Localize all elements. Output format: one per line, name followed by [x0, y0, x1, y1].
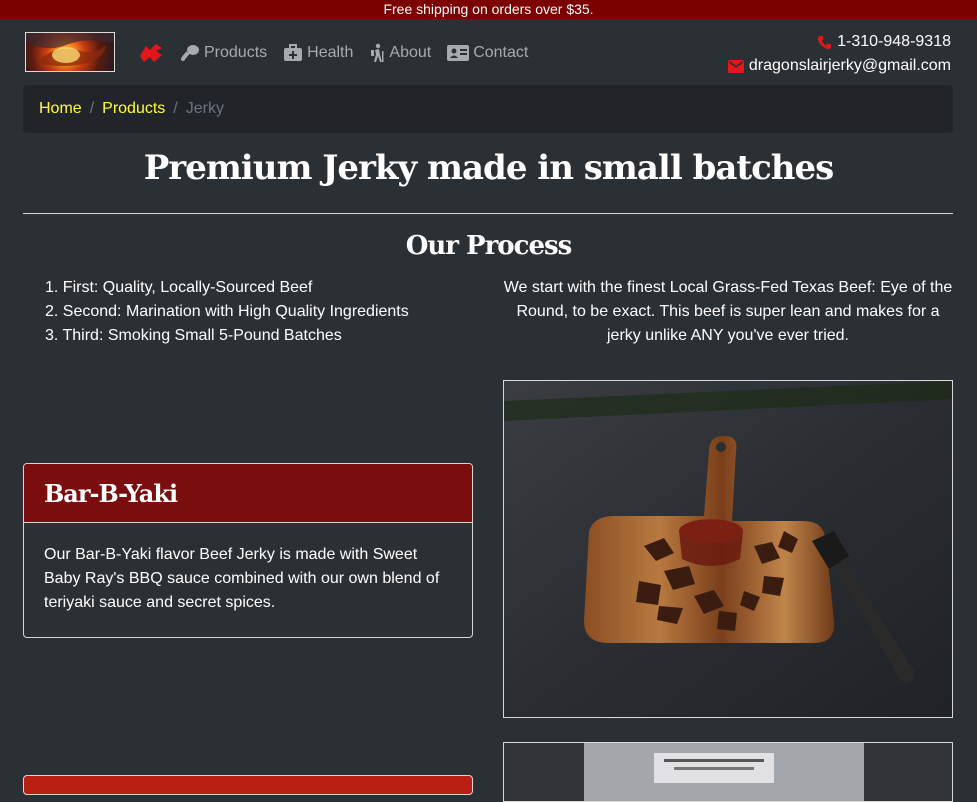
nav-health-label: Health: [307, 44, 354, 61]
product-photo: [503, 380, 953, 718]
breadcrumb-current: Jerky: [185, 100, 224, 117]
email-line[interactable]: dragonslairjerky@gmail.com: [727, 54, 951, 78]
process-step: 2. Second: Marination with High Quality …: [45, 303, 409, 320]
product-card: Bar-B-Yaki Our Bar-B-Yaki flavor Beef Je…: [23, 463, 473, 638]
phone-line[interactable]: 1-310-948-9318: [728, 30, 951, 54]
nav-about-label: About: [389, 44, 432, 61]
main-nav: Products Health About Contact: [138, 40, 544, 66]
nav-contact-label: Contact: [473, 44, 529, 61]
nav-about[interactable]: About: [369, 43, 431, 63]
process-description: We start with the finest Local Grass-Fed…: [503, 279, 953, 344]
breadcrumb-separator: /: [89, 100, 95, 117]
jerky-bag-photo: [504, 743, 952, 801]
breadcrumb: Home / Products / Jerky: [23, 85, 953, 133]
product-card-title: Bar-B-Yaki: [24, 464, 472, 523]
section-title: Our Process: [405, 231, 573, 261]
product-card-description: Our Bar-B-Yaki flavor Beef Jerky is made…: [44, 546, 440, 611]
contact-info: 1-310-948-9318 dragonslairjerky@gmail.co…: [727, 30, 951, 78]
divider: [23, 213, 953, 214]
envelope-icon: [727, 59, 744, 73]
breadcrumb-products[interactable]: Products: [102, 100, 165, 118]
dragon-logo-art: [26, 33, 114, 66]
jerky-board-photo: [504, 381, 952, 717]
medkit-icon: [284, 44, 303, 61]
nav-health[interactable]: Health: [283, 44, 353, 62]
breadcrumb-home[interactable]: Home: [39, 100, 82, 118]
site-logo[interactable]: [25, 32, 115, 72]
drumstick-icon: [181, 45, 199, 61]
hiking-icon: [371, 43, 384, 62]
nav-products-label: Products: [204, 44, 268, 61]
process-step: 1. First: Quality, Locally-Sourced Beef: [45, 279, 313, 296]
product-card-header: [23, 775, 473, 795]
product-photo: [503, 742, 953, 802]
dragon-brand-icon[interactable]: [138, 42, 164, 64]
phone-icon: [817, 35, 832, 49]
email-address: dragonslairjerky@gmail.com: [748, 57, 951, 74]
shipping-banner: Free shipping on orders over $35.: [0, 0, 977, 19]
id-card-icon: [447, 45, 470, 61]
nav-products[interactable]: Products: [180, 44, 267, 62]
breadcrumb-separator: /: [173, 100, 178, 117]
process-steps: 1. First: Quality, Locally-Sourced Beef …: [45, 276, 409, 348]
nav-contact[interactable]: Contact: [447, 44, 528, 62]
page-title: Premium Jerky made in small batches: [143, 148, 835, 188]
phone-number: 1-310-948-9318: [837, 33, 951, 50]
process-step: 3. Third: Smoking Small 5-Pound Batches: [45, 327, 342, 344]
